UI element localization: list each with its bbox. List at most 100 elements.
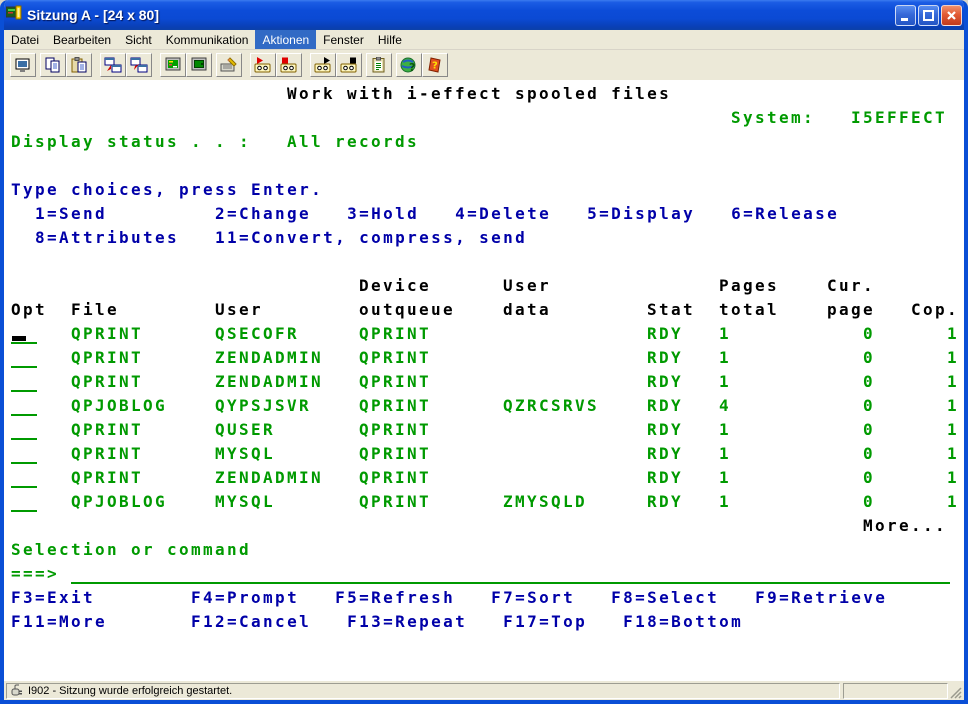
client-area: Work with i-effect spooled files System:…: [4, 80, 964, 680]
status-message-panel: I902 - Sitzung wurde erfolgreich gestart…: [6, 683, 840, 699]
send-file-icon[interactable]: [100, 53, 126, 77]
cell-outqueue: QPRINT: [359, 394, 431, 418]
opt-input-field[interactable]: [11, 414, 37, 416]
cell-total: 4: [719, 394, 731, 418]
display-setup-icon[interactable]: [186, 53, 212, 77]
cell-file: QPRINT: [71, 442, 143, 466]
fkeys-line-1: F3=Exit F4=Prompt F5=Refresh F7=Sort F8=…: [11, 586, 887, 610]
menu-item-bearbeiten[interactable]: Bearbeiten: [46, 30, 118, 49]
cell-file: QPJOBLOG: [71, 394, 167, 418]
options-line-1: 1=Send 2=Change 3=Hold 4=Delete 5=Displa…: [35, 202, 839, 226]
menu-item-fenster[interactable]: Fenster: [316, 30, 371, 49]
spool-file-row: QPRINTZENDADMINQPRINTRDY101: [4, 466, 964, 490]
cell-outqueue: QPRINT: [359, 490, 431, 514]
cell-cop: 1: [947, 442, 959, 466]
cell-user: MYSQL: [215, 442, 275, 466]
minimize-button[interactable]: [895, 5, 916, 26]
opt-input-field[interactable]: [11, 510, 37, 512]
cell-outqueue: QPRINT: [359, 466, 431, 490]
more-indicator: More...: [863, 514, 947, 538]
display-icon[interactable]: [10, 53, 36, 77]
status-message: I902 - Sitzung wurde erfolgreich gestart…: [28, 685, 232, 697]
keyboard-icon[interactable]: [216, 53, 242, 77]
opt-input-field[interactable]: [11, 342, 37, 344]
cell-user: ZENDADMIN: [215, 466, 323, 490]
opt-input-field[interactable]: [11, 486, 37, 488]
record-macro-stop-icon[interactable]: [276, 53, 302, 77]
cell-user: QUSER: [215, 418, 275, 442]
display-status-value: All records: [287, 130, 419, 154]
app-window: Sitzung A - [24 x 80] Datei Bearbeiten S…: [0, 0, 968, 704]
status-bar: I902 - Sitzung wurde erfolgreich gestart…: [4, 680, 964, 700]
clipboard-notes-icon[interactable]: [366, 53, 392, 77]
col-header-pages: Pages: [719, 274, 779, 298]
selection-command-label: Selection or command: [11, 538, 251, 562]
copy-icon[interactable]: [40, 53, 66, 77]
cell-cop: 1: [947, 394, 959, 418]
system-value: I5EFFECT: [851, 106, 947, 130]
cell-cop: 1: [947, 490, 959, 514]
menu-item-hilfe[interactable]: Hilfe: [371, 30, 409, 49]
cell-data: ZMYSQLD: [503, 490, 587, 514]
fkeys-line-2: F11=More F12=Cancel F13=Repeat F17=Top F…: [11, 610, 743, 634]
command-input[interactable]: [71, 582, 950, 584]
spool-file-row: QPJOBLOGMYSQLQPRINTZMYSQLDRDY101: [4, 490, 964, 514]
receive-file-icon[interactable]: [126, 53, 152, 77]
spool-file-row: QPRINTQSECOFRQPRINTRDY101: [4, 322, 964, 346]
cell-cop: 1: [947, 322, 959, 346]
svg-text:?: ?: [409, 61, 415, 73]
play-macro-icon[interactable]: [310, 53, 336, 77]
cell-file: QPJOBLOG: [71, 490, 167, 514]
cell-user: QYPSJSVR: [215, 394, 311, 418]
title-bar[interactable]: Sitzung A - [24 x 80]: [0, 0, 968, 30]
internet-help-icon[interactable]: ?: [396, 53, 422, 77]
opt-input-field[interactable]: [11, 462, 37, 464]
text-cursor: [12, 336, 26, 341]
menu-item-kommunikation[interactable]: Kommunikation: [159, 30, 256, 49]
cell-page: 0: [863, 322, 875, 346]
cell-outqueue: QPRINT: [359, 418, 431, 442]
status-secondary-panel: [843, 683, 948, 699]
cell-total: 1: [719, 490, 731, 514]
toolbar: ? ?: [4, 50, 964, 80]
cell-stat: RDY: [647, 394, 683, 418]
cell-total: 1: [719, 322, 731, 346]
col-header-total: total: [719, 298, 779, 322]
command-prompt-arrow: ===>: [11, 562, 59, 586]
cell-outqueue: QPRINT: [359, 370, 431, 394]
display-status-label: Display status . . :: [11, 130, 251, 154]
opt-input-field[interactable]: [11, 366, 37, 368]
menu-item-aktionen[interactable]: Aktionen: [255, 30, 316, 49]
cell-stat: RDY: [647, 442, 683, 466]
cell-user: ZENDADMIN: [215, 346, 323, 370]
paste-icon[interactable]: [66, 53, 92, 77]
col-header-device: Device: [359, 274, 431, 298]
cell-page: 0: [863, 346, 875, 370]
cell-outqueue: QPRINT: [359, 322, 431, 346]
cell-file: QPRINT: [71, 322, 143, 346]
cell-cop: 1: [947, 466, 959, 490]
record-macro-start-icon[interactable]: [250, 53, 276, 77]
cell-page: 0: [863, 490, 875, 514]
opt-input-field[interactable]: [11, 438, 37, 440]
maximize-button[interactable]: [918, 5, 939, 26]
cell-stat: RDY: [647, 490, 683, 514]
terminal-screen: Work with i-effect spooled files System:…: [4, 80, 964, 660]
col-header-user: User: [215, 298, 263, 322]
cell-outqueue: QPRINT: [359, 346, 431, 370]
spool-file-row: QPRINTQUSERQPRINTRDY101: [4, 418, 964, 442]
menu-item-sicht[interactable]: Sicht: [118, 30, 159, 49]
spool-file-row: QPRINTZENDADMINQPRINTRDY101: [4, 370, 964, 394]
cell-total: 1: [719, 442, 731, 466]
menu-bar: Datei Bearbeiten Sicht Kommunikation Akt…: [4, 30, 964, 50]
cell-file: QPRINT: [71, 370, 143, 394]
menu-item-datei[interactable]: Datei: [4, 30, 46, 49]
cell-total: 1: [719, 466, 731, 490]
pause-macro-icon[interactable]: [336, 53, 362, 77]
opt-input-field[interactable]: [11, 390, 37, 392]
display-colors-icon[interactable]: [160, 53, 186, 77]
help-icon[interactable]: ?: [422, 53, 448, 77]
col-header-cop: Cop.: [911, 298, 959, 322]
close-button[interactable]: [941, 5, 962, 26]
resize-grip[interactable]: [948, 683, 962, 699]
